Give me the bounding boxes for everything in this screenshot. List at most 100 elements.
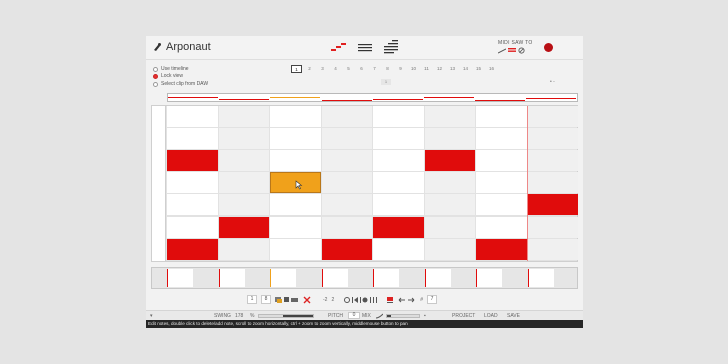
velocity-bar[interactable] (476, 269, 502, 287)
page-14[interactable]: 14 (460, 65, 471, 73)
grid-cell[interactable] (270, 238, 321, 260)
collapse-arrow-icon[interactable]: ▾ (150, 313, 153, 319)
note-grid[interactable] (151, 105, 578, 262)
grid-cell[interactable] (167, 172, 218, 194)
grid-cell[interactable] (476, 106, 527, 128)
grid-cell[interactable] (424, 172, 475, 194)
velocity-bar[interactable] (167, 269, 193, 287)
grid-cell[interactable] (476, 194, 527, 216)
octave-up[interactable]: 2 (331, 297, 334, 303)
grid-cell[interactable] (424, 194, 475, 216)
load-button[interactable]: LOAD (484, 313, 498, 319)
grid-cell[interactable] (270, 216, 321, 238)
note[interactable] (424, 150, 475, 172)
grid-cell[interactable] (527, 128, 578, 150)
overview-strip[interactable] (167, 93, 578, 102)
page-6[interactable]: 6 (356, 65, 367, 73)
grid-cell[interactable] (424, 106, 475, 128)
option-select-clip[interactable]: Select clip from DAW (153, 81, 208, 87)
page-15[interactable]: 15 (473, 65, 484, 73)
grid-cell[interactable] (270, 194, 321, 216)
note[interactable] (527, 194, 578, 216)
grid-cell[interactable] (373, 128, 424, 150)
option-lock-view[interactable]: Lock view (153, 73, 183, 79)
save-button[interactable]: SAVE (507, 313, 520, 319)
grid-cell[interactable] (321, 106, 372, 128)
page-7[interactable]: 7 (369, 65, 380, 73)
page-4[interactable]: 4 (330, 65, 341, 73)
velocity-bar[interactable] (321, 269, 348, 287)
grid-cell[interactable] (218, 238, 269, 260)
note[interactable] (373, 216, 424, 238)
grid-cell[interactable] (167, 216, 218, 238)
grid-cell[interactable] (424, 128, 475, 150)
grid-cell[interactable] (527, 172, 578, 194)
grid-cell[interactable] (270, 128, 321, 150)
grid-cell[interactable] (321, 194, 372, 216)
grid-cell[interactable] (167, 128, 218, 150)
grid-cell[interactable] (373, 172, 424, 194)
grid-cell[interactable] (270, 150, 321, 172)
swing-slider[interactable] (258, 314, 314, 318)
grid-cell[interactable] (373, 238, 424, 260)
page-1[interactable]: 1 (291, 65, 302, 73)
velocity-bar[interactable] (373, 269, 399, 287)
velocity-bar[interactable] (270, 269, 296, 287)
piano-keys[interactable] (152, 106, 166, 261)
shift-arrows-icon[interactable] (398, 296, 416, 304)
page-10[interactable]: 10 (408, 65, 419, 73)
record-button[interactable] (544, 43, 553, 52)
grid-cell[interactable] (373, 106, 424, 128)
grid-cell[interactable] (321, 172, 372, 194)
steps-field[interactable]: 1 (247, 295, 257, 304)
grid-cell[interactable] (527, 106, 578, 128)
grid-cell[interactable] (218, 194, 269, 216)
pitch-field[interactable]: 0 (348, 312, 360, 319)
transform-tools-icon[interactable] (344, 296, 382, 304)
note[interactable] (218, 216, 269, 238)
page-9[interactable]: 9 (395, 65, 406, 73)
arpeggio-icon[interactable] (331, 42, 347, 54)
velocity-bar[interactable] (424, 269, 451, 287)
grid-cell[interactable] (476, 172, 527, 194)
velocity-bar[interactable] (218, 269, 245, 287)
grid-cell[interactable] (424, 238, 475, 260)
grid-cell[interactable] (476, 128, 527, 150)
page-8[interactable]: 8 (382, 65, 393, 73)
grid-cell[interactable] (476, 216, 527, 238)
swing-value[interactable]: 178 (235, 313, 243, 319)
octave-down[interactable]: -2 (323, 297, 327, 303)
page-13[interactable]: 13 (447, 65, 458, 73)
note[interactable] (167, 238, 218, 260)
grid-cell[interactable] (321, 216, 372, 238)
disabled-icon[interactable] (518, 47, 525, 54)
note-color-icon[interactable] (386, 296, 394, 304)
grid-cell[interactable] (424, 216, 475, 238)
grid-cell[interactable] (373, 194, 424, 216)
page-3[interactable]: 3 (317, 65, 328, 73)
grid-cell[interactable] (527, 216, 578, 238)
grid-cell[interactable] (218, 150, 269, 172)
clip-tools-icon[interactable] (275, 296, 299, 304)
staircase-icon[interactable] (383, 39, 399, 57)
grid-cell[interactable] (218, 128, 269, 150)
red-stripes-icon[interactable] (508, 47, 516, 53)
page-11[interactable]: 11 (421, 65, 432, 73)
grid-cell[interactable] (373, 150, 424, 172)
note[interactable] (321, 238, 372, 260)
velocity-lane[interactable] (151, 267, 578, 289)
nav-dots[interactable]: • - (550, 79, 555, 85)
page-5[interactable]: 5 (343, 65, 354, 73)
velocity-bar[interactable] (527, 269, 554, 287)
delete-icon[interactable] (303, 296, 311, 304)
lines-icon[interactable] (357, 42, 373, 54)
grid-cell[interactable] (321, 150, 372, 172)
page-16[interactable]: 16 (486, 65, 497, 73)
note[interactable] (167, 150, 218, 172)
grid-cell[interactable] (218, 106, 269, 128)
grid-cell[interactable] (476, 150, 527, 172)
page-12[interactable]: 12 (434, 65, 445, 73)
note[interactable] (476, 238, 527, 260)
grid-cell[interactable] (527, 150, 578, 172)
grid-cell[interactable] (218, 172, 269, 194)
